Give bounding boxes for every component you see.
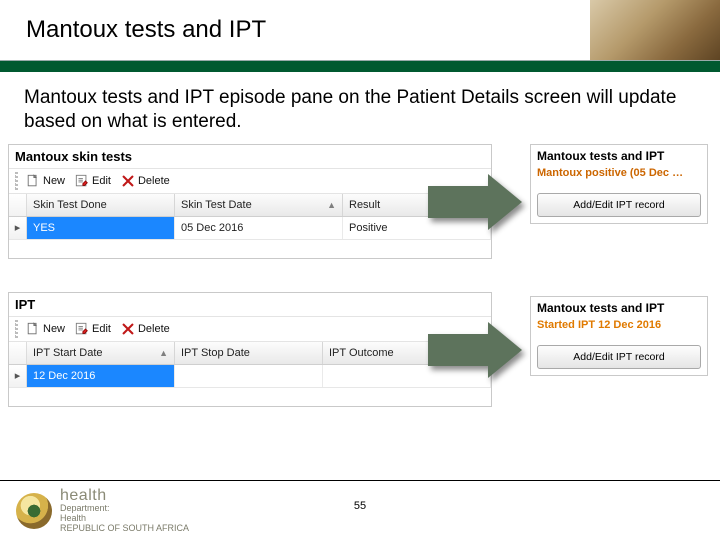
summary-bottom-status: Started IPT 12 Dec 2016 [531,319,707,339]
ipt-grid-header: IPT Start Date▲ IPT Stop Date IPT Outcom… [9,342,491,365]
coat-of-arms-icon [16,493,52,529]
toolbar-grip-icon [15,320,18,338]
cell-skin-test-date[interactable]: 05 Dec 2016 [175,217,343,239]
cell-ipt-stop[interactable] [175,365,323,387]
summary-panel-top: Mantoux tests and IPT Mantoux positive (… [530,144,708,224]
col-skin-test-date-label: Skin Test Date [181,199,252,211]
intro-text: Mantoux tests and IPT episode pane on th… [0,72,720,144]
summary-top-title: Mantoux tests and IPT [531,145,707,167]
ipt-window: IPT New Edit Delete IPT Start Date ▲ IPT … [8,292,492,407]
edit-button[interactable]: Edit [71,172,115,190]
row-selector-header [9,194,27,216]
footer-brand: health [60,487,189,505]
page-number: 55 [354,500,366,512]
cell-ipt-start[interactable]: 12 Dec 2016 [27,365,175,387]
col-ipt-stop[interactable]: IPT Stop Date [175,342,323,364]
edit-label: Edit [92,323,111,335]
cell-skin-test-done[interactable]: YES [27,217,175,239]
header-photo [590,0,720,60]
footer-branding: health Department: Health REPUBLIC OF SO… [60,487,189,534]
row-indicator-icon: ▸ [9,217,27,239]
ipt-toolbar: New Edit Delete [9,316,491,342]
add-edit-ipt-button-top[interactable]: Add/Edit IPT record [537,193,701,217]
delete-x-icon [121,174,135,188]
new-page-icon [26,322,40,336]
slide-title: Mantoux tests and IPT [0,16,266,44]
new-button[interactable]: New [22,320,69,338]
delete-button[interactable]: Delete [117,172,174,190]
ipt-window-title: IPT [9,293,491,316]
edit-form-icon [75,174,89,188]
grid-blank-row [9,240,491,258]
col-skin-test-done[interactable]: Skin Test Done [27,194,175,216]
delete-x-icon [121,322,135,336]
edit-button[interactable]: Edit [71,320,115,338]
new-label: New [43,323,65,335]
ipt-grid-row[interactable]: ▸ 12 Dec 2016 [9,365,491,388]
sort-asc-icon: ▲ [159,348,168,358]
new-page-icon [26,174,40,188]
mantoux-window: Mantoux skin tests New Edit Delete Skin … [8,144,492,259]
row-indicator-icon: ▸ [9,365,27,387]
slide-footer: health Department: Health REPUBLIC OF SO… [0,480,720,540]
mantoux-grid-header: Skin Test Done Skin Test Date▲ Result [9,194,491,217]
mantoux-window-title: Mantoux skin tests [9,145,491,168]
col-ipt-start-label: IPT Start Date [33,347,103,359]
col-skin-test-date[interactable]: Skin Test Date ▲ [175,194,343,216]
new-label: New [43,175,65,187]
delete-label: Delete [138,323,170,335]
delete-button[interactable]: Delete [117,320,174,338]
header-accent-bar [0,60,720,72]
summary-bottom-title: Mantoux tests and IPT [531,297,707,319]
summary-panel-bottom: Mantoux tests and IPT Started IPT 12 Dec… [530,296,708,376]
cell-ipt-outcome[interactable] [323,365,491,387]
toolbar-grip-icon [15,172,18,190]
slide-header: Mantoux tests and IPT [0,0,720,60]
summary-top-status: Mantoux positive (05 Dec … [531,167,707,187]
mantoux-toolbar: New Edit Delete [9,168,491,194]
cell-result[interactable]: Positive [343,217,491,239]
row-selector-header [9,342,27,364]
new-button[interactable]: New [22,172,69,190]
delete-label: Delete [138,175,170,187]
footer-line3: REPUBLIC OF SOUTH AFRICA [60,524,189,534]
col-ipt-start[interactable]: IPT Start Date ▲ [27,342,175,364]
add-edit-ipt-button-bottom[interactable]: Add/Edit IPT record [537,345,701,369]
grid-blank-row [9,388,491,406]
edit-form-icon [75,322,89,336]
edit-label: Edit [92,175,111,187]
sort-asc-icon: ▲ [327,200,336,210]
mantoux-grid-row[interactable]: ▸ YES 05 Dec 2016 Positive [9,217,491,240]
